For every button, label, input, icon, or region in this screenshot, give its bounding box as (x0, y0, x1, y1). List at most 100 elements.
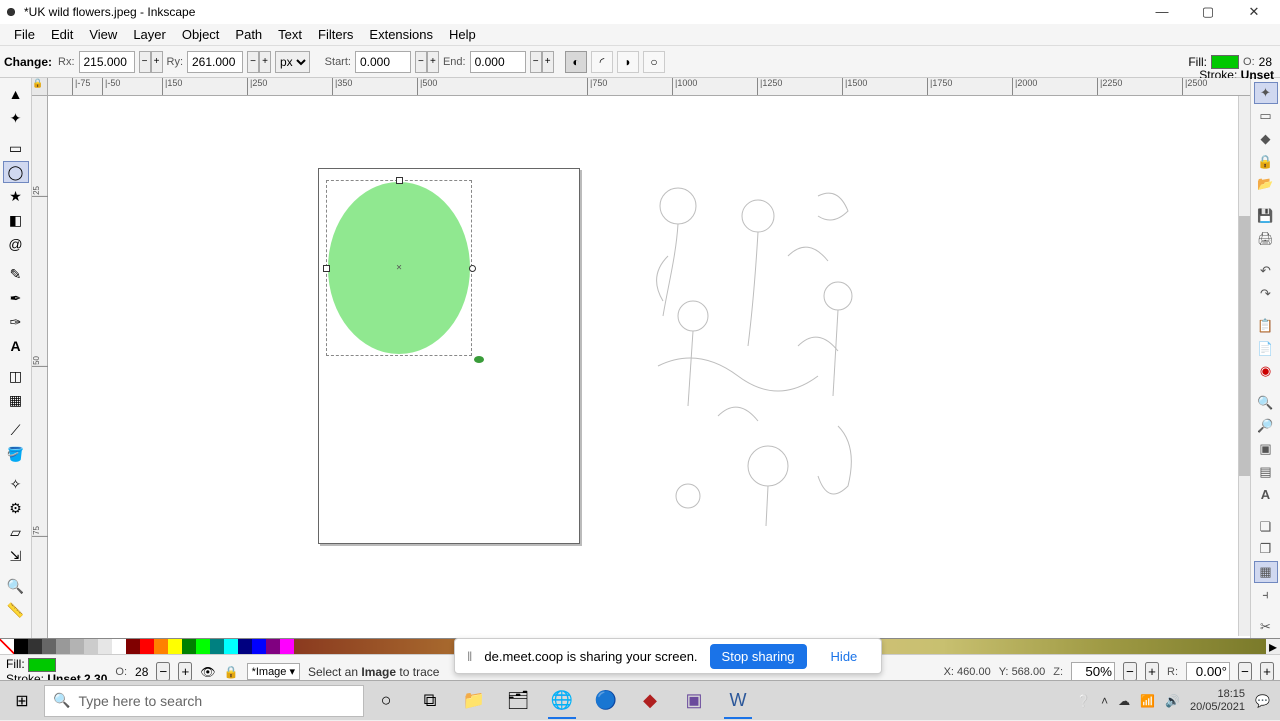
tool-3dbox[interactable]: ◧ (3, 209, 29, 231)
taskbar-explorer[interactable]: 📁 (452, 681, 496, 721)
cmd-redo[interactable]: ↷ (1254, 283, 1278, 305)
ruler-horizontal[interactable]: 🔒 |-75 |-50 |150 |250 |350 |500 |750 |10… (32, 78, 1250, 96)
rot-incr[interactable]: + (1260, 662, 1274, 681)
maximize-button[interactable]: ▢ (1194, 4, 1222, 20)
start-button[interactable]: ⊞ (0, 681, 44, 721)
tool-paintbucket[interactable]: 🪣 (3, 443, 29, 465)
layer-lock-icon[interactable]: 🔒 (224, 665, 239, 679)
arc-mode-chord[interactable]: ◗ (617, 51, 639, 73)
tool-dropper[interactable]: ⟋ (3, 419, 29, 441)
handle-top[interactable] (396, 177, 403, 184)
arc-make-whole[interactable]: ○ (643, 51, 665, 73)
ruler-vertical[interactable]: 25 50 75 (32, 96, 48, 638)
task-view-icon[interactable]: ⧉ (408, 681, 452, 721)
fill-swatch-top[interactable] (1211, 55, 1239, 69)
tray-notifications-icon[interactable]: 💬 (1255, 694, 1270, 708)
cmd-clone[interactable]: ❐ (1254, 539, 1278, 561)
cortana-icon[interactable]: ○ (364, 681, 408, 721)
taskbar-folder[interactable]: 🗂 (496, 681, 540, 721)
tool-gradient[interactable]: ◫ (3, 365, 29, 387)
taskbar-edge[interactable]: 🔵 (584, 681, 628, 721)
menu-edit[interactable]: Edit (43, 25, 81, 44)
end-input[interactable] (470, 51, 526, 73)
layer-visibility-icon[interactable]: 👁 (200, 665, 215, 679)
rotation-input[interactable] (1186, 662, 1230, 682)
tool-rectangle[interactable]: ▭ (3, 137, 29, 159)
taskbar-app6[interactable]: ▣ (672, 681, 716, 721)
canvas[interactable]: × (48, 96, 1250, 638)
unit-select[interactable]: px (275, 51, 310, 73)
cmd-open[interactable]: 📂 (1254, 174, 1278, 196)
tray-help-icon[interactable]: ❔ (1076, 694, 1091, 708)
cmd-zoom-in[interactable]: 🔍 (1254, 392, 1278, 414)
cmd-snap-others[interactable]: 🔒 (1254, 151, 1278, 173)
start-input[interactable] (355, 51, 411, 73)
menu-help[interactable]: Help (441, 25, 484, 44)
tool-zoom[interactable]: 🔍 (3, 575, 29, 597)
tool-node[interactable]: ✦ (3, 107, 29, 129)
tool-pencil[interactable]: ✎ (3, 263, 29, 285)
taskbar-search[interactable]: 🔍 Type here to search (44, 685, 364, 717)
tool-bezier[interactable]: ✒ (3, 287, 29, 309)
rx-decr[interactable]: − (139, 51, 151, 73)
start-incr[interactable]: + (427, 51, 439, 73)
flowers-image[interactable] (638, 166, 888, 541)
cmd-snap-bbox[interactable]: ▭ (1254, 105, 1278, 127)
layer-selector[interactable]: *Image ▾ (247, 663, 300, 680)
ruler-corner[interactable]: 🔒 (32, 78, 48, 96)
menu-text[interactable]: Text (270, 25, 310, 44)
taskbar-word[interactable]: W (716, 681, 760, 721)
palette-menu-icon[interactable]: ▸ (1266, 639, 1280, 654)
scrollbar-vertical[interactable] (1238, 96, 1250, 636)
status-fill-swatch[interactable] (28, 658, 56, 672)
resize-handle[interactable] (474, 356, 484, 363)
tool-spiral[interactable]: @ (3, 233, 29, 255)
cmd-text-tool[interactable]: A (1254, 484, 1278, 506)
menu-path[interactable]: Path (227, 25, 270, 44)
tool-selector[interactable]: ▲ (3, 83, 29, 105)
tool-eraser[interactable]: ▱ (3, 521, 29, 543)
tray-clock[interactable]: 18:15 20/05/2021 (1190, 688, 1245, 714)
zoom-incr[interactable]: + (1145, 662, 1159, 681)
menu-file[interactable]: File (6, 25, 43, 44)
cmd-fill-red[interactable]: ◉ (1254, 360, 1278, 382)
rx-input[interactable] (79, 51, 135, 73)
menu-object[interactable]: Object (174, 25, 228, 44)
tool-measure[interactable]: 📏 (3, 599, 29, 621)
handle-left[interactable] (323, 265, 330, 272)
taskbar-chrome[interactable]: 🌐 (540, 681, 584, 721)
rot-decr[interactable]: − (1238, 662, 1252, 681)
cmd-paste[interactable]: 📄 (1254, 338, 1278, 360)
taskbar-app5[interactable]: ◆ (628, 681, 672, 721)
palette-none[interactable] (0, 639, 14, 654)
palette-swatch[interactable] (14, 639, 28, 654)
tool-spray[interactable]: ⚙ (3, 497, 29, 519)
tool-text[interactable]: A (3, 335, 29, 357)
arc-mode-slice[interactable]: ◐ (565, 51, 587, 73)
cmd-snap-global[interactable]: ✦ (1254, 82, 1278, 104)
stop-sharing-button[interactable]: Stop sharing (710, 644, 807, 669)
zoom-decr[interactable]: − (1123, 662, 1137, 681)
handle-right[interactable] (469, 265, 476, 272)
arc-mode-arc[interactable]: ◜ (591, 51, 613, 73)
end-decr[interactable]: − (530, 51, 542, 73)
cmd-duplicate[interactable]: ❏ (1254, 516, 1278, 538)
tool-tweak[interactable]: ✧ (3, 473, 29, 495)
cmd-zoom-out[interactable]: 🔎 (1254, 415, 1278, 437)
zoom-input[interactable] (1071, 662, 1115, 682)
cmd-zoom-page[interactable]: ▣ (1254, 438, 1278, 460)
tool-connector[interactable]: ⇲ (3, 545, 29, 567)
menu-extensions[interactable]: Extensions (361, 25, 441, 44)
canvas-area[interactable]: 🔒 |-75 |-50 |150 |250 |350 |500 |750 |10… (32, 78, 1250, 638)
cmd-align[interactable]: ⫞ (1254, 584, 1278, 606)
minimize-button[interactable]: — (1148, 4, 1176, 20)
status-o-decr[interactable]: − (156, 662, 170, 681)
close-button[interactable]: ✕ (1240, 4, 1268, 20)
tray-wifi-icon[interactable]: 📶 (1140, 694, 1155, 708)
ry-decr[interactable]: − (247, 51, 259, 73)
cmd-grid[interactable]: ▦ (1254, 561, 1278, 583)
ry-input[interactable] (187, 51, 243, 73)
tool-calligraphy[interactable]: ✑ (3, 311, 29, 333)
hide-banner-button[interactable]: Hide (819, 644, 870, 669)
tray-volume-icon[interactable]: 🔊 (1165, 694, 1180, 708)
